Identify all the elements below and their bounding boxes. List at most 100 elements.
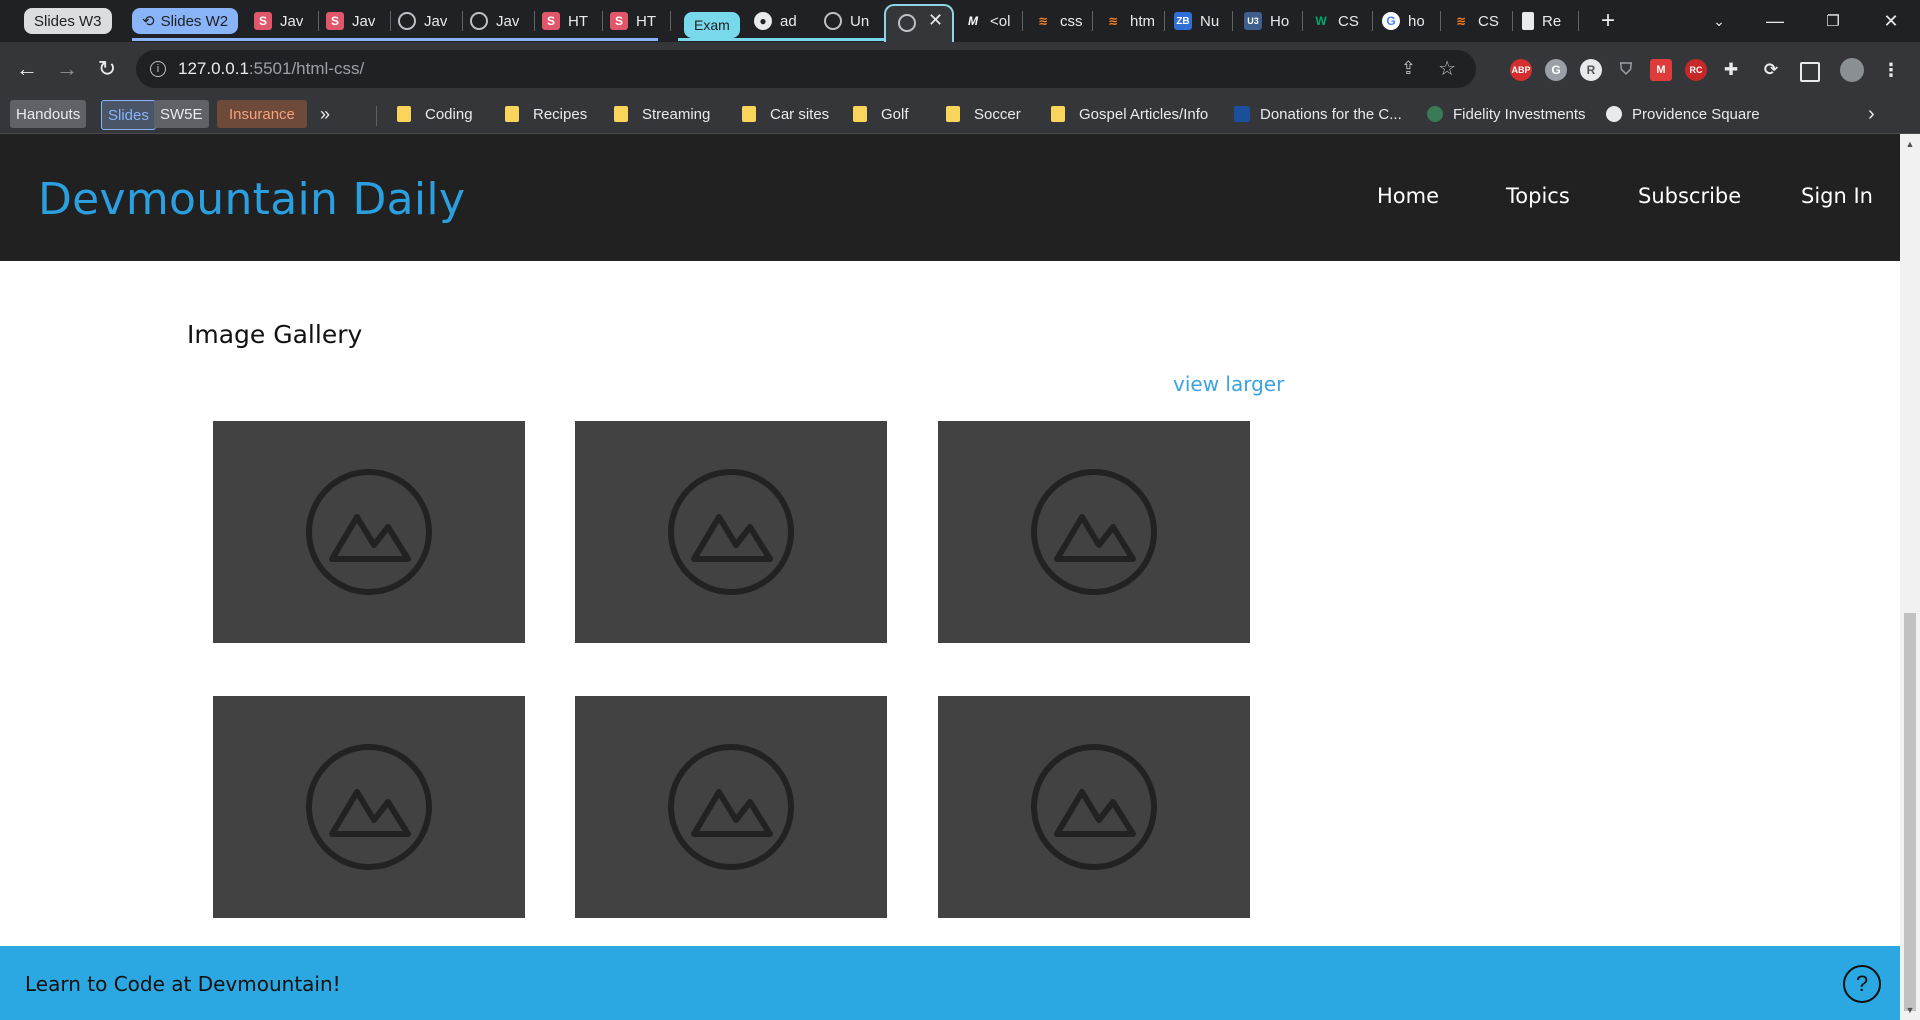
tab[interactable]: ≋ css bbox=[1034, 6, 1086, 36]
tab[interactable]: S Jav bbox=[254, 6, 316, 36]
bookmark-gospel[interactable]: Gospel Articles/Info bbox=[1051, 100, 1208, 128]
tab-separator bbox=[1512, 11, 1513, 31]
bookmark-group-sw5e[interactable]: SW5E bbox=[154, 100, 209, 128]
sidepanel-icon[interactable] bbox=[1800, 62, 1820, 82]
tab-separator bbox=[1232, 11, 1233, 31]
s-favicon: S bbox=[542, 12, 560, 30]
address-bar[interactable]: i 127.0.0.1 :5501/html-css/ ⇪ ☆ bbox=[136, 50, 1476, 88]
menu-icon[interactable]: ⋮ bbox=[1880, 59, 1902, 81]
page-scrollbar[interactable]: ▲ ▼ bbox=[1900, 134, 1920, 1020]
scroll-down-arrow-icon[interactable]: ▼ bbox=[1904, 1004, 1916, 1016]
grammarly-icon[interactable]: G bbox=[1545, 59, 1567, 81]
tab-separator bbox=[1302, 11, 1303, 31]
refresh-icon[interactable]: ⟳ bbox=[1760, 59, 1782, 81]
adblock-icon[interactable]: ABP bbox=[1510, 59, 1532, 81]
tab-group-slides-w3[interactable]: Slides W3 bbox=[24, 8, 112, 34]
nav-subscribe[interactable]: Subscribe bbox=[1638, 184, 1741, 208]
tab-separator bbox=[602, 11, 603, 31]
url-path: :5501/html-css/ bbox=[248, 59, 365, 78]
new-tab-button[interactable]: + bbox=[1588, 6, 1628, 36]
tab[interactable]: ≋ htm bbox=[1104, 6, 1158, 36]
fidelity-icon bbox=[1427, 106, 1443, 122]
gallery-thumbnail[interactable] bbox=[938, 421, 1250, 643]
folder-icon bbox=[614, 106, 628, 122]
nav-home[interactable]: Home bbox=[1377, 184, 1439, 208]
bookmark-soccer[interactable]: Soccer bbox=[946, 100, 1021, 128]
share-icon[interactable]: ⇪ bbox=[1401, 58, 1416, 79]
shield-icon[interactable]: ⛉ bbox=[1615, 59, 1637, 81]
bookmark-group-handouts[interactable]: Handouts bbox=[10, 100, 87, 128]
r-extension-icon[interactable]: R bbox=[1580, 59, 1602, 81]
m-extension-icon[interactable]: M bbox=[1650, 59, 1672, 81]
tab[interactable]: Jav bbox=[470, 6, 532, 36]
tab[interactable]: Un bbox=[824, 6, 874, 36]
puzzle-icon[interactable]: ✚ bbox=[1720, 59, 1742, 81]
bookmark-coding[interactable]: Coding bbox=[397, 100, 473, 128]
tab[interactable]: S Jav bbox=[326, 6, 388, 36]
forward-button[interactable]: → bbox=[52, 54, 82, 84]
tab[interactable]: Gho bbox=[1382, 6, 1434, 36]
more-bookmarks-chevron-icon[interactable]: › bbox=[1868, 100, 1875, 128]
stackoverflow-icon: ≋ bbox=[1455, 14, 1467, 28]
tab[interactable]: U3 Ho bbox=[1244, 6, 1296, 36]
tab[interactable]: ≋ CS bbox=[1452, 6, 1506, 36]
avatar[interactable] bbox=[1840, 58, 1864, 82]
tab[interactable]: W CS bbox=[1312, 6, 1368, 36]
tab-separator bbox=[670, 11, 671, 31]
gallery-thumbnail[interactable] bbox=[575, 696, 887, 918]
tab[interactable]: M <ol bbox=[964, 6, 1016, 36]
back-button[interactable]: ← bbox=[12, 54, 42, 84]
tab[interactable]: Re bbox=[1522, 6, 1574, 36]
bookmark-golf[interactable]: Golf bbox=[853, 100, 909, 128]
site-brand[interactable]: Devmountain Daily bbox=[38, 174, 465, 225]
gallery-thumbnail[interactable] bbox=[575, 421, 887, 643]
view-larger-link[interactable]: view larger bbox=[1173, 372, 1284, 396]
url-host: 127.0.0.1 bbox=[178, 59, 249, 78]
rc-extension-icon[interactable]: RC bbox=[1685, 59, 1707, 81]
help-button[interactable]: ? bbox=[1843, 965, 1881, 1003]
bookmark-group-slides[interactable]: Slides bbox=[101, 100, 156, 130]
reload-button[interactable]: ↻ bbox=[92, 54, 122, 84]
site-info-icon[interactable]: i bbox=[150, 61, 166, 77]
image-placeholder-icon bbox=[306, 469, 432, 595]
gallery-thumbnail[interactable] bbox=[213, 421, 525, 643]
close-window-button[interactable]: ✕ bbox=[1868, 6, 1914, 36]
browser-toolbar: ← → ↻ i 127.0.0.1 :5501/html-css/ ⇪ ☆ AB… bbox=[0, 42, 1920, 96]
tab[interactable]: ● ad bbox=[754, 6, 804, 36]
tab[interactable]: ZB Nu bbox=[1174, 6, 1226, 36]
folder-icon bbox=[853, 106, 867, 122]
active-tab[interactable]: ✕ bbox=[884, 4, 954, 42]
bookmark-fidelity[interactable]: Fidelity Investments bbox=[1427, 100, 1586, 128]
tab[interactable]: Jav bbox=[398, 6, 460, 36]
tab-separator bbox=[1092, 11, 1093, 31]
gallery-thumbnail[interactable] bbox=[213, 696, 525, 918]
tab-group-underline bbox=[132, 38, 658, 41]
bookmark-donations[interactable]: Donations for the C... bbox=[1234, 100, 1402, 128]
tab-strip: Slides W3 ⟲ Slides W2 S Jav S Jav Jav Jav … bbox=[0, 0, 1920, 42]
more-bookmark-groups-button[interactable]: » bbox=[314, 100, 336, 128]
bookmark-recipes[interactable]: Recipes bbox=[505, 100, 587, 128]
minimize-button[interactable]: — bbox=[1752, 6, 1798, 36]
bookmark-star-icon[interactable]: ☆ bbox=[1438, 56, 1456, 81]
tab-search-icon[interactable]: ⌄ bbox=[1696, 6, 1742, 36]
bookmark-group-insurance[interactable]: Insurance bbox=[217, 100, 307, 128]
gallery-thumbnail[interactable] bbox=[938, 696, 1250, 918]
tab-group-exam[interactable]: Exam bbox=[684, 12, 740, 38]
stackoverflow-icon: ≋ bbox=[1107, 14, 1119, 28]
s-favicon: S bbox=[610, 12, 628, 30]
scroll-up-arrow-icon[interactable]: ▲ bbox=[1904, 138, 1916, 150]
restore-button[interactable]: ❐ bbox=[1810, 6, 1856, 36]
scrollbar-thumb[interactable] bbox=[1904, 613, 1916, 1011]
nav-topics[interactable]: Topics bbox=[1506, 184, 1570, 208]
tab-group-slides-w2[interactable]: ⟲ Slides W2 bbox=[132, 8, 239, 34]
bookmark-car-sites[interactable]: Car sites bbox=[742, 100, 829, 128]
nav-sign-in[interactable]: Sign In bbox=[1801, 184, 1873, 208]
image-placeholder-icon bbox=[306, 744, 432, 870]
close-tab-icon[interactable]: ✕ bbox=[928, 10, 943, 31]
site-header: Devmountain Daily Home Topics Subscribe … bbox=[0, 134, 1900, 261]
tab-group-label: Slides W2 bbox=[160, 12, 229, 30]
tab[interactable]: S HT bbox=[610, 6, 664, 36]
tab[interactable]: S HT bbox=[542, 6, 600, 36]
bookmark-streaming[interactable]: Streaming bbox=[614, 100, 710, 128]
bookmark-providence[interactable]: Providence Square bbox=[1606, 100, 1760, 128]
